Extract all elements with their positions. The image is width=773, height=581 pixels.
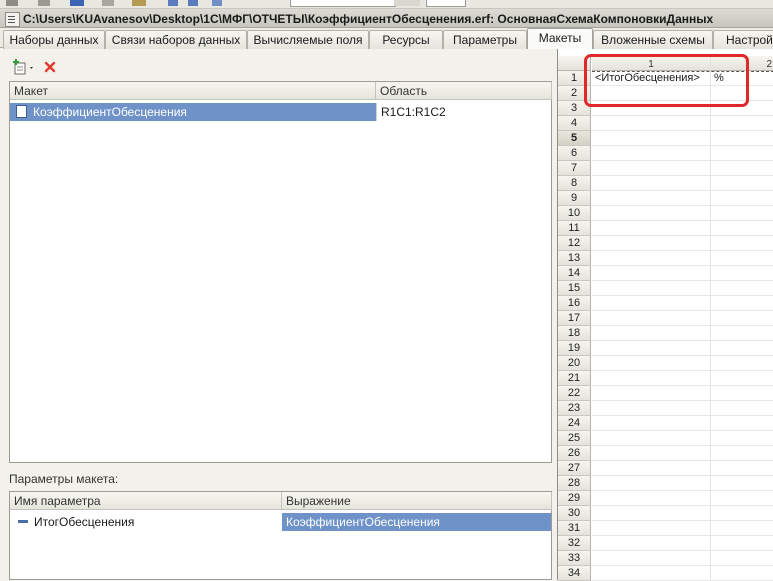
toolbar-icon[interactable] — [70, 0, 84, 6]
param-expression-cell[interactable]: КоэффициентОбесценения — [282, 513, 551, 531]
delete-icon — [44, 61, 56, 73]
spreadsheet-editor[interactable]: 1 2 1 2 3 4 5 6 7 8 9 10 11 12 13 14 15 16 17 18 19 20 21 22 2… — [557, 49, 773, 581]
param-icon — [18, 520, 28, 523]
sheet-row-header[interactable]: 11 — [558, 221, 591, 236]
sheet-row-header[interactable]: 19 — [558, 341, 591, 356]
sheet-row-header[interactable]: 18 — [558, 326, 591, 341]
sheet-row-header[interactable]: 30 — [558, 506, 591, 521]
params-table: Имя параметра Выражение ИтогОбесценения … — [9, 491, 552, 580]
sheet-row-header[interactable]: 33 — [558, 551, 591, 566]
layout-name-cell[interactable]: КоэффициентОбесценения — [10, 103, 376, 121]
toolbar-icon[interactable] — [102, 0, 114, 6]
layout-area-cell[interactable]: R1C1:R1C2 — [376, 103, 551, 121]
tab-dataset-links[interactable]: Связи наборов данных — [105, 30, 247, 51]
delete-layout-button[interactable] — [44, 60, 56, 74]
toolbar-icon[interactable] — [168, 0, 178, 6]
tab-nested-schemas[interactable]: Вложенные схемы — [593, 30, 713, 51]
column-header-param-name[interactable]: Имя параметра — [10, 492, 282, 510]
sheet-row-header[interactable]: 25 — [558, 431, 591, 446]
sheet-row-header[interactable]: 34 — [558, 566, 591, 581]
toolbar-combo[interactable] — [290, 0, 396, 7]
table-row[interactable]: ИтогОбесценения КоэффициентОбесценения — [10, 513, 551, 531]
highlight-annotation — [584, 54, 749, 107]
sheet-row-header[interactable]: 13 — [558, 251, 591, 266]
toolbar-combo-button[interactable] — [394, 0, 420, 6]
sheet-row-header[interactable]: 17 — [558, 311, 591, 326]
toolbar-icon[interactable] — [6, 0, 18, 6]
layouts-table: Макет Область КоэффициентОбесценения R1C… — [9, 81, 552, 463]
layout-params-label: Параметры макета: — [9, 472, 119, 486]
toolbar-combo[interactable] — [426, 0, 466, 7]
toolbar-icon[interactable] — [188, 0, 198, 6]
tab-bar: Наборы данных Связи наборов данных Вычис… — [0, 28, 773, 52]
sheet-row-header[interactable]: 4 — [558, 116, 591, 131]
sheet-row-header[interactable]: 23 — [558, 401, 591, 416]
param-name: ИтогОбесценения — [34, 515, 135, 529]
sheet-row-header[interactable]: 16 — [558, 296, 591, 311]
sheet-row-header[interactable]: 12 — [558, 236, 591, 251]
column-header-area[interactable]: Область — [376, 82, 552, 100]
tab-datasets[interactable]: Наборы данных — [3, 30, 105, 51]
sheet-row-header[interactable]: 26 — [558, 446, 591, 461]
tab-calculated-fields[interactable]: Вычисляемые поля — [247, 30, 369, 51]
tab-parameters[interactable]: Параметры — [443, 30, 527, 51]
add-layout-button[interactable] — [12, 59, 36, 75]
sheet-row-header[interactable]: 21 — [558, 371, 591, 386]
sheet-row-header[interactable]: 10 — [558, 206, 591, 221]
sheet-row-header[interactable]: 24 — [558, 416, 591, 431]
column-header-layout[interactable]: Макет — [10, 82, 376, 100]
toolbar-icon[interactable] — [132, 0, 146, 6]
tab-settings[interactable]: Настройк — [713, 30, 773, 51]
toolbar-strip — [0, 0, 773, 9]
document-icon — [5, 12, 20, 27]
table-row[interactable]: КоэффициентОбесценения R1C1:R1C2 — [10, 103, 551, 121]
sheet-row-header[interactable]: 5 — [558, 131, 591, 146]
sheet-row-header[interactable]: 28 — [558, 476, 591, 491]
sheet-row-header[interactable]: 14 — [558, 266, 591, 281]
sheet-row-header[interactable]: 27 — [558, 461, 591, 476]
sheet-row-header[interactable]: 20 — [558, 356, 591, 371]
add-layout-icon — [13, 59, 33, 75]
column-header-expression[interactable]: Выражение — [282, 492, 552, 510]
sheet-row-header[interactable]: 9 — [558, 191, 591, 206]
sheet-row-header[interactable]: 7 — [558, 161, 591, 176]
sheet-row-header[interactable]: 6 — [558, 146, 591, 161]
sheet-row-header[interactable]: 22 — [558, 386, 591, 401]
window-titlebar: C:\Users\KUAvanesov\Desktop\1С\МФГ\ОТЧЕТ… — [0, 9, 773, 28]
window-title: C:\Users\KUAvanesov\Desktop\1С\МФГ\ОТЧЕТ… — [23, 12, 714, 26]
sheet-row-header[interactable]: 15 — [558, 281, 591, 296]
sheet-print-area — [592, 71, 773, 580]
layout-area: R1C1:R1C2 — [381, 105, 446, 119]
param-expression: КоэффициентОбесценения — [286, 515, 440, 529]
layout-icon — [16, 105, 27, 118]
tab-resources[interactable]: Ресурсы — [369, 30, 443, 51]
toolbar-icon[interactable] — [212, 0, 222, 6]
toolbar-icon[interactable] — [38, 0, 50, 6]
sheet-row-header[interactable]: 31 — [558, 521, 591, 536]
sheet-row-header[interactable]: 29 — [558, 491, 591, 506]
param-name-cell[interactable]: ИтогОбесценения — [10, 513, 282, 531]
sheet-row-header[interactable]: 8 — [558, 176, 591, 191]
layout-name: КоэффициентОбесценения — [33, 105, 187, 119]
sheet-row-header[interactable]: 32 — [558, 536, 591, 551]
